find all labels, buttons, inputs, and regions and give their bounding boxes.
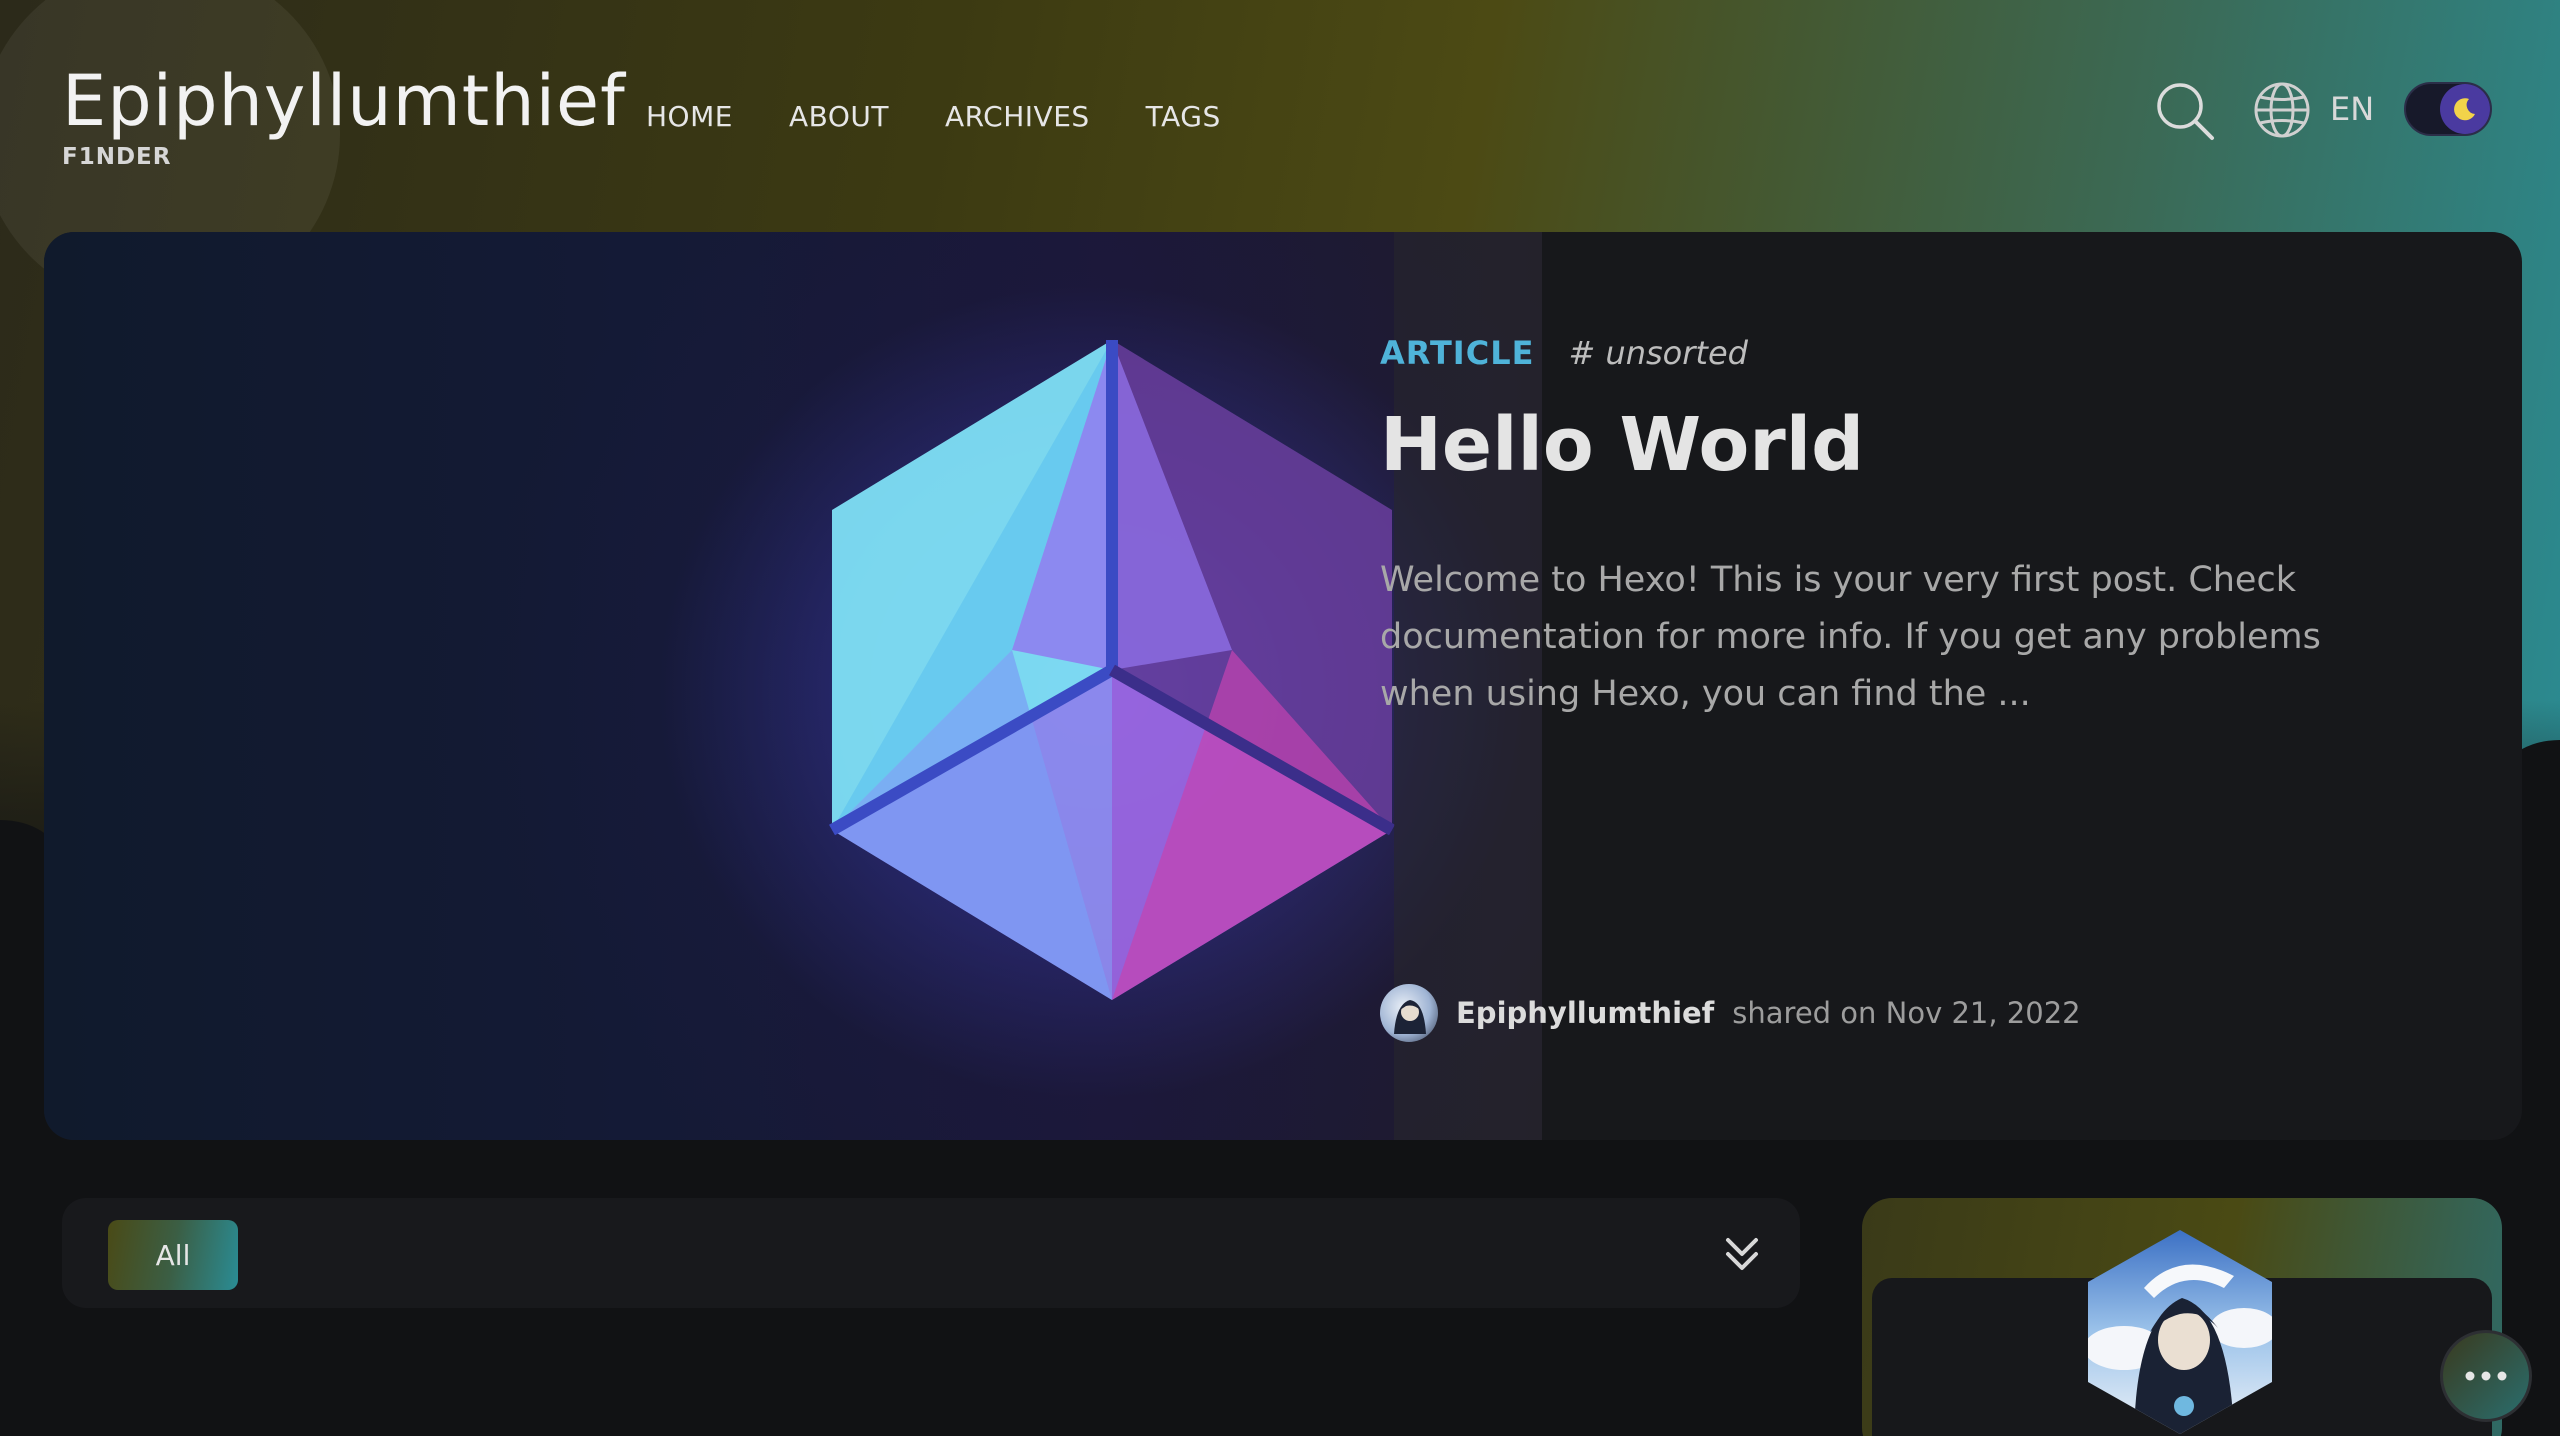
theme-toggle-knob bbox=[2440, 84, 2490, 134]
more-options-button[interactable] bbox=[2440, 1330, 2532, 1422]
search-icon[interactable] bbox=[2154, 80, 2216, 142]
moon-icon bbox=[2454, 98, 2475, 121]
main-nav: HOME ABOUT ARCHIVES TAGS bbox=[646, 100, 1221, 133]
avatar[interactable] bbox=[1380, 984, 1438, 1042]
site-subtitle: F1NDER bbox=[62, 144, 172, 170]
post-date: shared on Nov 21, 2022 bbox=[1732, 996, 2081, 1030]
nav-tags[interactable]: TAGS bbox=[1146, 100, 1221, 133]
language-label[interactable]: EN bbox=[2330, 90, 2374, 128]
site-title[interactable]: Epiphyllumthief bbox=[62, 60, 626, 142]
avatar-image bbox=[1394, 1000, 1426, 1034]
author-name[interactable]: Epiphyllumthief bbox=[1456, 996, 1714, 1030]
featured-post-content: ARTICLE # unsorted Hello World Welcome t… bbox=[1380, 232, 2500, 1140]
post-title[interactable]: Hello World bbox=[1380, 402, 1864, 488]
nav-about[interactable]: ABOUT bbox=[789, 100, 889, 133]
nav-archives[interactable]: ARCHIVES bbox=[945, 100, 1090, 133]
featured-post-card[interactable]: ARTICLE # unsorted Hello World Welcome t… bbox=[44, 232, 2522, 1140]
profile-avatar[interactable] bbox=[2084, 1228, 2276, 1436]
post-author: Epiphyllumthief shared on Nov 21, 2022 bbox=[1380, 984, 2081, 1042]
post-tag[interactable]: # unsorted bbox=[1568, 334, 1748, 372]
globe-icon[interactable] bbox=[2252, 80, 2312, 140]
ellipsis-icon bbox=[2465, 1371, 2507, 1381]
post-meta: ARTICLE # unsorted bbox=[1380, 334, 1748, 372]
chevron-double-down-icon[interactable] bbox=[1722, 1232, 1762, 1276]
page: Epiphyllumthief F1NDER HOME ABOUT ARCHIV… bbox=[0, 0, 2560, 1436]
site-header: Epiphyllumthief F1NDER HOME ABOUT ARCHIV… bbox=[0, 0, 2560, 230]
theme-toggle[interactable] bbox=[2404, 82, 2492, 136]
post-category[interactable]: ARTICLE bbox=[1380, 334, 1534, 372]
filter-chip-all[interactable]: All bbox=[108, 1220, 238, 1290]
nav-home[interactable]: HOME bbox=[646, 100, 733, 133]
hexo-cube-graphic bbox=[829, 340, 1395, 1000]
category-filter-bar: All bbox=[62, 1198, 1800, 1308]
post-excerpt: Welcome to Hexo! This is your very first… bbox=[1380, 560, 2321, 714]
